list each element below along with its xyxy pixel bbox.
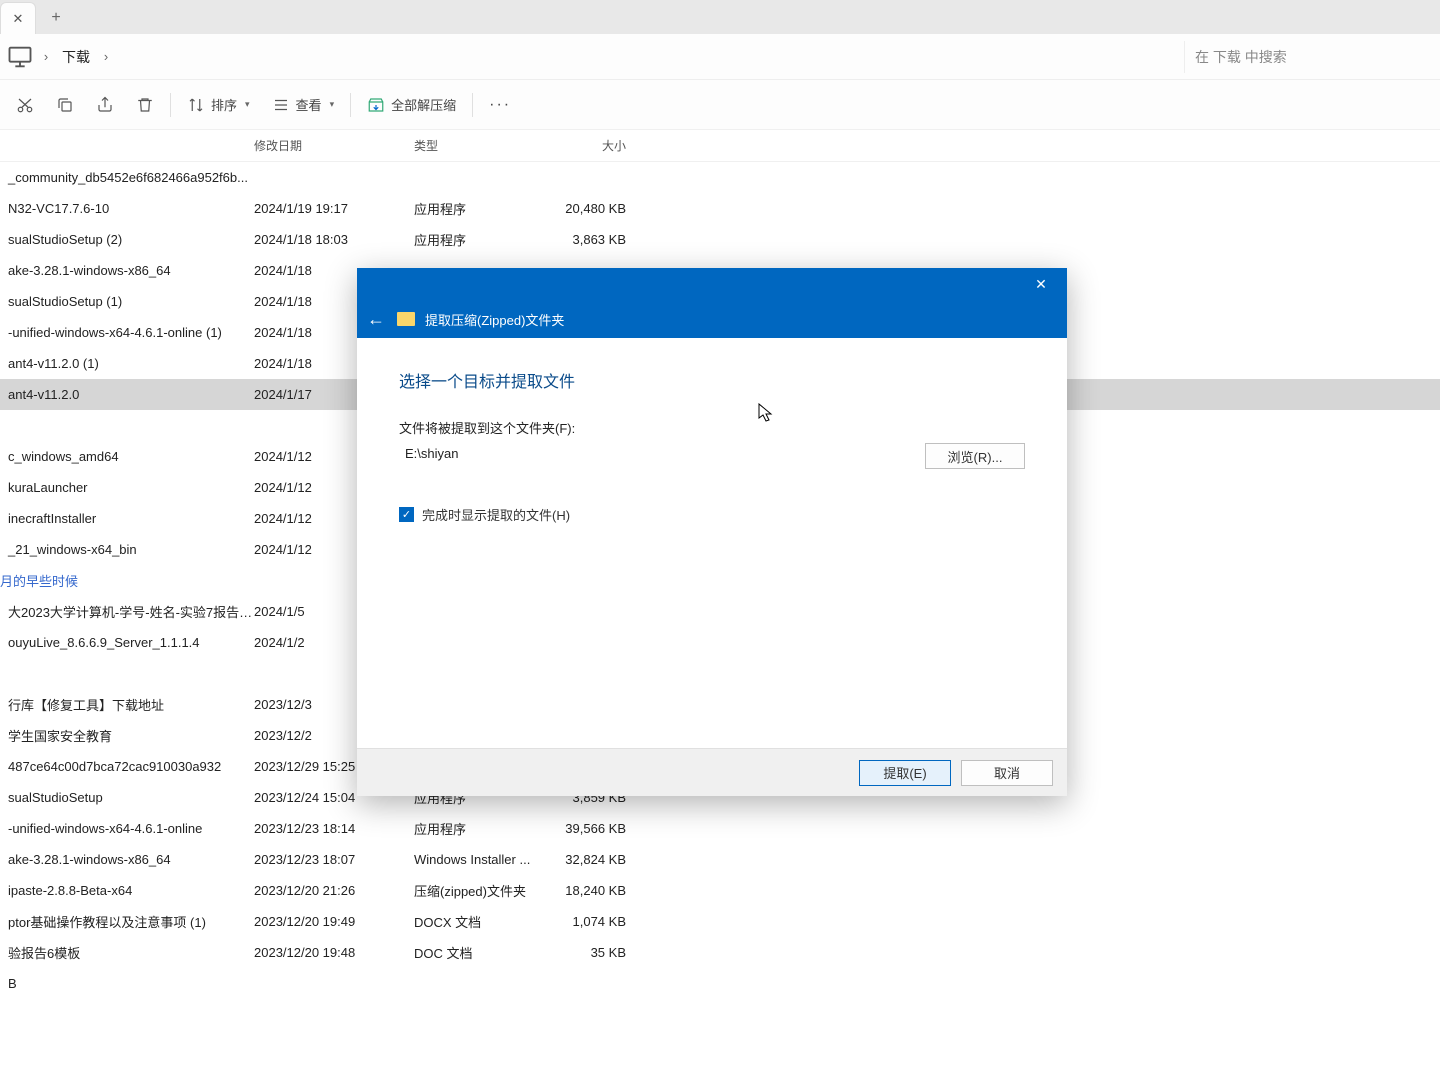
cancel-button[interactable]: 取消 <box>961 760 1053 786</box>
browse-button[interactable]: 浏览(R)... <box>925 443 1025 469</box>
dialog-heading: 选择一个目标并提取文件 <box>399 368 1025 392</box>
show-files-checkbox[interactable]: ✓ <box>399 507 414 522</box>
dialog-header: ← 提取压缩(Zipped)文件夹 <box>357 300 1067 338</box>
extract-button[interactable]: 提取(E) <box>859 760 951 786</box>
dialog-body: 选择一个目标并提取文件 文件将被提取到这个文件夹(F): E:\shiyan 浏… <box>357 338 1067 748</box>
dialog-backdrop: ✕ ← 提取压缩(Zipped)文件夹 选择一个目标并提取文件 文件将被提取到这… <box>0 0 1440 1080</box>
dialog-title-text: 提取压缩(Zipped)文件夹 <box>425 310 564 329</box>
close-button[interactable]: ✕ <box>1019 269 1063 299</box>
back-arrow-icon[interactable]: ← <box>367 309 387 330</box>
show-files-label: 完成时显示提取的文件(H) <box>422 505 570 524</box>
folder-icon <box>397 312 415 326</box>
folder-label: 文件将被提取到这个文件夹(F): <box>399 418 1025 437</box>
folder-path-input[interactable]: E:\shiyan <box>399 443 915 469</box>
dialog-footer: 提取(E) 取消 <box>357 748 1067 796</box>
dialog-titlebar[interactable]: ✕ <box>357 268 1067 300</box>
extract-dialog: ✕ ← 提取压缩(Zipped)文件夹 选择一个目标并提取文件 文件将被提取到这… <box>357 268 1067 796</box>
